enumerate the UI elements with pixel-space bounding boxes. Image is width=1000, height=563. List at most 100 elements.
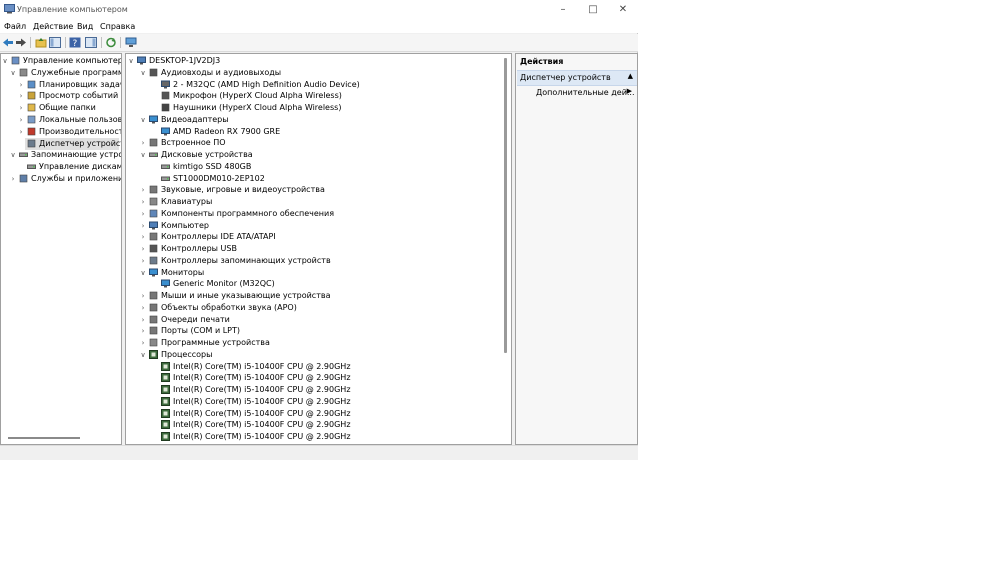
menu-help[interactable]: Справка (100, 22, 135, 31)
display-adapter-icon (149, 115, 158, 124)
close-button[interactable]: ✕ (608, 0, 638, 19)
device-manager-pane[interactable]: ∨ DESKTOP-1JV2DJ3 ∨ Аудиовходы и аудиовыход… (125, 53, 512, 445)
collapse-arrow-icon[interactable]: › (139, 337, 147, 349)
device-tree-item[interactable]: Микрофон (HyperX Cloud Alpha Wireless) (126, 90, 511, 102)
tree-item-label: Контроллеры запоминающих устройств (161, 255, 331, 265)
tree-item[interactable]: › Просмотр событий (1, 90, 121, 102)
device-tree-item[interactable]: 2 - M32QC (AMD High Definition Audio Dev… (126, 79, 511, 91)
device-tree-item[interactable]: › Мыши и иные указывающие устройства (126, 290, 511, 302)
device-tree-item[interactable]: ∨ Мониторы (126, 267, 511, 279)
expand-arrow-icon[interactable]: ∨ (139, 349, 147, 361)
collapse-arrow-icon[interactable]: › (139, 184, 147, 196)
show-hide-tree-icon[interactable] (49, 37, 61, 48)
vertical-scrollbar[interactable] (504, 58, 507, 353)
device-tree-item[interactable]: Intel(R) Core(TM) i5-10400F CPU @ 2.90GH… (126, 372, 511, 384)
device-tree-item[interactable]: ∨ Процессоры (126, 349, 511, 361)
tree-item[interactable]: Управление дисками (1, 161, 121, 173)
tree-item[interactable]: ∨ Управление компьютером (л (1, 55, 121, 67)
expand-arrow-icon[interactable]: ∨ (9, 67, 17, 79)
collapse-arrow-icon[interactable]: › (17, 90, 25, 102)
cpu-icon (161, 361, 170, 371)
device-tree-item[interactable]: Intel(R) Core(TM) i5-10400F CPU @ 2.90GH… (126, 384, 511, 396)
tree-item[interactable]: ∨ Служебные программы (1, 67, 121, 79)
device-tree-item[interactable]: ∨ Дисковые устройства (126, 149, 511, 161)
device-tree-item[interactable]: Intel(R) Core(TM) i5-10400F CPU @ 2.90GH… (126, 419, 511, 431)
tree-item-label: Встроенное ПО (161, 138, 226, 148)
device-tree-item[interactable]: Generic Monitor (M32QC) (126, 278, 511, 290)
device-tree-item[interactable]: › Объекты обработки звука (APO) (126, 302, 511, 314)
collapse-arrow-icon[interactable]: › (9, 173, 17, 185)
expand-arrow-icon[interactable]: ∨ (9, 149, 17, 161)
device-tree-item[interactable]: Наушники (HyperX Cloud Alpha Wireless) (126, 102, 511, 114)
collapse-arrow-icon[interactable]: › (139, 325, 147, 337)
collapse-arrow-icon[interactable]: › (17, 79, 25, 91)
device-tree-item[interactable]: ∨ DESKTOP-1JV2DJ3 (126, 55, 511, 67)
scan-hardware-icon[interactable] (125, 37, 137, 48)
expand-arrow-icon[interactable]: ∨ (127, 55, 135, 67)
minimize-button[interactable]: – (548, 0, 578, 19)
collapse-arrow-icon[interactable]: › (17, 126, 25, 138)
expand-arrow-icon[interactable]: ∨ (139, 149, 147, 161)
tree-item[interactable]: › Планировщик задач (1, 79, 121, 91)
device-tree-item[interactable]: › Клавиатуры (126, 196, 511, 208)
submenu-arrow-icon[interactable]: ▶ (627, 87, 632, 95)
tree-item[interactable]: › Службы и приложения (1, 173, 121, 185)
tree-item[interactable]: ∨ Запоминающие устройст (1, 149, 121, 161)
device-tree-item[interactable]: › Контроллеры IDE ATA/ATAPI (126, 231, 511, 243)
back-icon[interactable] (2, 37, 14, 48)
collapse-arrow-icon[interactable]: › (139, 243, 147, 255)
expand-arrow-icon[interactable]: ∨ (139, 267, 147, 279)
device-tree-item[interactable]: ∨ Видеоадаптеры (126, 114, 511, 126)
more-actions-item[interactable]: Дополнительные дей... (536, 88, 635, 97)
collapse-arrow-icon[interactable]: › (139, 231, 147, 243)
up-folder-icon[interactable] (35, 37, 47, 48)
device-tree-item[interactable]: kimtigo SSD 480GB (126, 161, 511, 173)
device-tree-item[interactable]: › Очереди печати (126, 314, 511, 326)
collapse-arrow-icon[interactable]: › (139, 302, 147, 314)
collapse-arrow-icon[interactable]: ▲ (628, 72, 633, 80)
collapse-arrow-icon[interactable]: › (139, 314, 147, 326)
collapse-arrow-icon[interactable]: › (17, 114, 25, 126)
device-tree-item[interactable]: › Контроллеры запоминающих устройств (126, 255, 511, 267)
device-tree-item[interactable]: Intel(R) Core(TM) i5-10400F CPU @ 2.90GH… (126, 396, 511, 408)
navigation-tree-pane[interactable]: ∨ Управление компьютером (л ∨ Служебные про… (0, 53, 122, 445)
collapse-arrow-icon[interactable]: › (139, 220, 147, 232)
device-tree-item[interactable]: › Звуковые, игровые и видеоустройства (126, 184, 511, 196)
device-tree-item[interactable]: Intel(R) Core(TM) i5-10400F CPU @ 2.90GH… (126, 408, 511, 420)
collapse-arrow-icon[interactable]: › (139, 290, 147, 302)
collapse-arrow-icon[interactable]: › (17, 102, 25, 114)
device-tree-item[interactable]: › Компоненты программного обеспечения (126, 208, 511, 220)
device-tree-item[interactable]: ST1000DM010-2EP102 (126, 173, 511, 185)
tree-item[interactable]: › Локальные пользовате (1, 114, 121, 126)
horizontal-scrollbar[interactable] (8, 437, 80, 439)
device-tree-item[interactable]: › Программные устройства (126, 337, 511, 349)
device-tree-item[interactable]: Intel(R) Core(TM) i5-10400F CPU @ 2.90GH… (126, 431, 511, 443)
tree-item[interactable]: › Производительность (1, 126, 121, 138)
device-tree-item[interactable]: › Встроенное ПО (126, 137, 511, 149)
collapse-arrow-icon[interactable]: › (139, 137, 147, 149)
tree-item-label: Контроллеры USB (161, 244, 237, 253)
show-hide-action-pane-icon[interactable] (85, 37, 97, 48)
refresh-icon[interactable] (105, 37, 117, 48)
maximize-button[interactable]: □ (578, 0, 608, 19)
help-icon[interactable]: ? (69, 37, 81, 48)
menu-view[interactable]: Вид (77, 22, 93, 31)
actions-section-device-manager[interactable]: Диспетчер устройств ▲ (517, 70, 637, 86)
tree-item[interactable]: › Общие папки (1, 102, 121, 114)
expand-arrow-icon[interactable]: ∨ (139, 67, 147, 79)
collapse-arrow-icon[interactable]: › (139, 255, 147, 267)
menu-action[interactable]: Действие (33, 22, 73, 31)
forward-icon[interactable] (15, 37, 27, 48)
collapse-arrow-icon[interactable]: › (139, 196, 147, 208)
device-tree-item[interactable]: › Контроллеры USB (126, 243, 511, 255)
tree-item[interactable]: Диспетчер устройств (25, 137, 121, 150)
device-tree-item[interactable]: › Компьютер (126, 220, 511, 232)
device-tree-item[interactable]: ∨ Аудиовходы и аудиовыходы (126, 67, 511, 79)
expand-arrow-icon[interactable]: ∨ (1, 55, 9, 67)
device-tree-item[interactable]: AMD Radeon RX 7900 GRE (126, 126, 511, 138)
expand-arrow-icon[interactable]: ∨ (139, 114, 147, 126)
device-tree-item[interactable]: › Порты (COM и LPT) (126, 325, 511, 337)
collapse-arrow-icon[interactable]: › (139, 208, 147, 220)
menu-file[interactable]: Файл (4, 22, 26, 31)
device-tree-item[interactable]: Intel(R) Core(TM) i5-10400F CPU @ 2.90GH… (126, 361, 511, 373)
